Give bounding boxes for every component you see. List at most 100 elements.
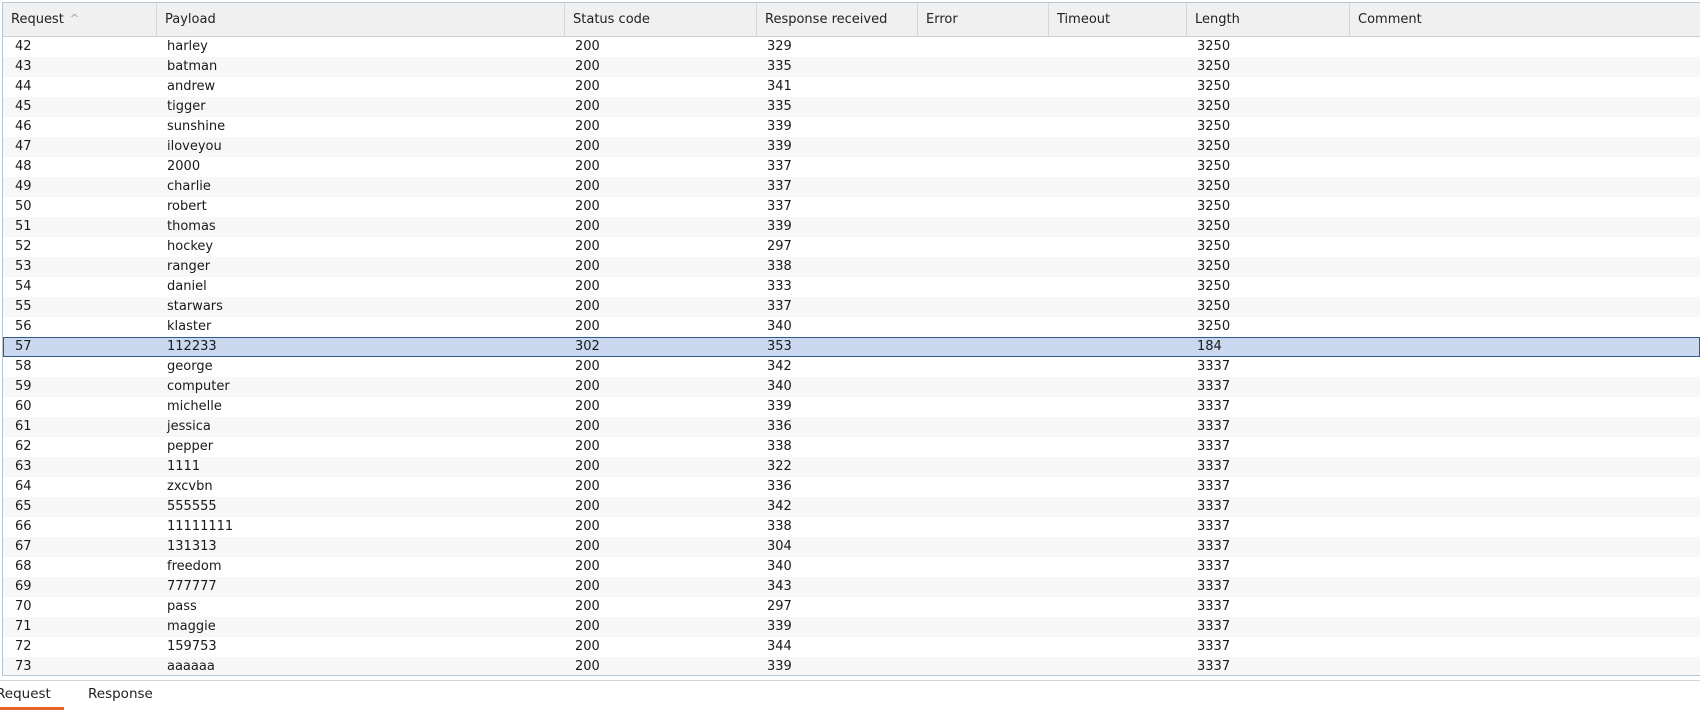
cell-length: 3250 [1197,59,1231,74]
cell-response: 333 [767,279,792,294]
cell-payload: 112233 [167,339,217,354]
table-row[interactable]: 59 computer 200 340 3337 [3,377,1700,397]
tab-response[interactable]: Response [88,681,153,707]
column-header-comment[interactable]: Comment [1350,3,1700,36]
cell-comment [1350,277,1700,297]
cell-request: 48 [15,159,32,174]
cell-length: 3250 [1197,239,1231,254]
cell-error [918,517,1049,537]
cell-payload: 1111 [167,459,201,474]
column-header-length[interactable]: Length [1187,3,1350,36]
table-row[interactable]: 43 batman 200 335 3250 [3,57,1700,77]
cell-response: 336 [767,419,792,434]
table-row[interactable]: 51 thomas 200 339 3250 [3,217,1700,237]
cell-payload: freedom [167,559,222,574]
cell-timeout [1049,177,1187,197]
table-row[interactable]: 50 robert 200 337 3250 [3,197,1700,217]
cell-comment [1350,97,1700,117]
cell-error [918,537,1049,557]
table-row[interactable]: 61 jessica 200 336 3337 [3,417,1700,437]
cell-timeout [1049,297,1187,317]
column-header-label: Length [1195,12,1240,27]
tab-request[interactable]: Request [0,681,64,710]
cell-status: 200 [575,359,600,374]
cell-timeout [1049,157,1187,177]
table-row[interactable]: 60 michelle 200 339 3337 [3,397,1700,417]
cell-request: 54 [15,279,32,294]
cell-comment [1350,637,1700,657]
table-row[interactable]: 58 george 200 342 3337 [3,357,1700,377]
column-header-payload[interactable]: Payload [157,3,565,36]
table-row[interactable]: 72 159753 200 344 3337 [3,637,1700,657]
cell-payload: thomas [167,219,216,234]
cell-comment [1350,557,1700,577]
cell-status: 200 [575,439,600,454]
cell-payload: 11111111 [167,519,234,534]
table-row[interactable]: 47 iloveyou 200 339 3250 [3,137,1700,157]
table-row[interactable]: 44 andrew 200 341 3250 [3,77,1700,97]
column-header-error[interactable]: Error [918,3,1049,36]
table-row[interactable]: 73 aaaaaa 200 339 3337 [3,657,1700,675]
table-row[interactable]: 69 777777 200 343 3337 [3,577,1700,597]
cell-comment [1350,117,1700,137]
column-header-response[interactable]: Response received [757,3,918,36]
cell-comment [1350,177,1700,197]
cell-response: 337 [767,159,792,174]
column-header-label: Comment [1358,12,1422,27]
table-row[interactable]: 54 daniel 200 333 3250 [3,277,1700,297]
cell-status: 200 [575,299,600,314]
table-row[interactable]: 68 freedom 200 340 3337 [3,557,1700,577]
cell-response: 338 [767,259,792,274]
cell-response: 322 [767,459,792,474]
cell-error [918,417,1049,437]
table-row[interactable]: 48 2000 200 337 3250 [3,157,1700,177]
column-header-status[interactable]: Status code [565,3,757,36]
table-row[interactable]: 67 131313 200 304 3337 [3,537,1700,557]
table-row[interactable]: 64 zxcvbn 200 336 3337 [3,477,1700,497]
cell-timeout [1049,217,1187,237]
cell-request: 70 [15,599,32,614]
cell-error [918,597,1049,617]
table-row[interactable]: 49 charlie 200 337 3250 [3,177,1700,197]
cell-request: 42 [15,39,32,54]
cell-length: 3337 [1197,479,1231,494]
cell-request: 46 [15,119,32,134]
cell-response: 336 [767,479,792,494]
table-row[interactable]: 55 starwars 200 337 3250 [3,297,1700,317]
table-row[interactable]: 46 sunshine 200 339 3250 [3,117,1700,137]
column-header-timeout[interactable]: Timeout [1049,3,1187,36]
table-row[interactable]: 52 hockey 200 297 3250 [3,237,1700,257]
table-row[interactable]: 65 555555 200 342 3337 [3,497,1700,517]
cell-response: 338 [767,439,792,454]
cell-timeout [1049,477,1187,497]
cell-length: 184 [1197,339,1222,354]
cell-request: 45 [15,99,32,114]
cell-status: 200 [575,459,600,474]
cell-error [918,577,1049,597]
table-row[interactable]: 42 harley 200 329 3250 [3,37,1700,57]
table-row[interactable]: 56 klaster 200 340 3250 [3,317,1700,337]
cell-timeout [1049,557,1187,577]
table-row[interactable]: 53 ranger 200 338 3250 [3,257,1700,277]
cell-request: 72 [15,639,32,654]
table-row[interactable]: 71 maggie 200 339 3337 [3,617,1700,637]
cell-status: 200 [575,199,600,214]
cell-timeout [1049,317,1187,337]
cell-length: 3337 [1197,499,1231,514]
cell-length: 3250 [1197,139,1231,154]
cell-response: 340 [767,319,792,334]
table-row-selected[interactable]: 57 112233 302 353 184 [3,337,1700,357]
results-table[interactable]: Request ^ Payload Status code Response recei… [2,2,1700,676]
table-row[interactable]: 45 tigger 200 335 3250 [3,97,1700,117]
table-row[interactable]: 63 1111 200 322 3337 [3,457,1700,477]
table-row[interactable]: 70 pass 200 297 3337 [3,597,1700,617]
table-row[interactable]: 62 pepper 200 338 3337 [3,437,1700,457]
cell-request: 67 [15,539,32,554]
column-header-request[interactable]: Request ^ [3,3,157,36]
cell-request: 66 [15,519,32,534]
cell-response: 329 [767,39,792,54]
cell-error [918,297,1049,317]
cell-request: 43 [15,59,32,74]
table-row[interactable]: 66 11111111 200 338 3337 [3,517,1700,537]
cell-timeout [1049,357,1187,377]
